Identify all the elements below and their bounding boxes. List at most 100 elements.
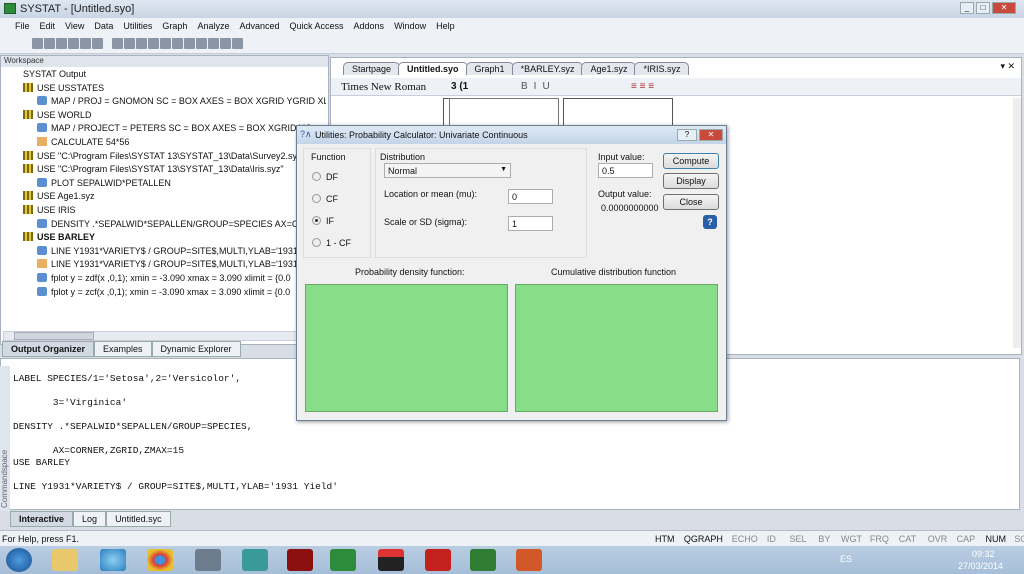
menu-advanced[interactable]: Advanced (234, 18, 284, 34)
tree-item[interactable]: fplot y = zcf(x ,0,1); xmin = -3.090 xma… (37, 286, 290, 299)
menu-edit[interactable]: Edit (35, 18, 61, 34)
doc-tab[interactable]: Graph1 (465, 62, 514, 75)
dialog-close-x-button[interactable]: ✕ (699, 129, 723, 141)
tab-log[interactable]: Log (73, 511, 107, 527)
location-input[interactable]: 0 (508, 189, 553, 204)
ide-taskbar-icon[interactable] (378, 549, 404, 571)
tree-item[interactable]: SYSTAT Output (9, 68, 86, 81)
doc-tab[interactable]: Untitled.syo (398, 62, 468, 75)
tree-item[interactable]: fplot y = zdf(x ,0,1); xmin = -3.090 xma… (37, 272, 291, 285)
tab-examples[interactable]: Examples (94, 341, 152, 357)
menu-addons[interactable]: Addons (349, 18, 390, 34)
tree-item[interactable]: USE "C:\Program Files\SYSTAT 13\SYSTAT_1… (23, 150, 297, 163)
app-taskbar-icon[interactable] (287, 549, 313, 571)
toolbar-button[interactable] (32, 38, 43, 49)
radio-circle[interactable] (312, 172, 321, 181)
toolbar-button[interactable] (124, 38, 135, 49)
radio-circle[interactable] (312, 194, 321, 203)
menu-view[interactable]: View (60, 18, 89, 34)
vertical-scrollbar[interactable] (1013, 98, 1021, 348)
close-button[interactable]: Close (663, 194, 719, 210)
language-indicator[interactable]: ES (840, 554, 852, 564)
toolbar-button[interactable] (220, 38, 231, 49)
radio-circle[interactable] (312, 238, 321, 247)
toolbar-button[interactable] (172, 38, 183, 49)
menu-window[interactable]: Window (389, 18, 431, 34)
compute-button[interactable]: Compute (663, 153, 719, 169)
toolbar-button[interactable] (196, 38, 207, 49)
radio-if[interactable]: IF (312, 216, 334, 226)
close-doc-button[interactable]: ▾ ✕ (1000, 61, 1015, 72)
toolbar-button[interactable] (232, 38, 243, 49)
doc-tab[interactable]: *BARLEY.syz (511, 62, 584, 75)
tree-item[interactable]: MAP / PROJ = GNOMON SC = BOX AXES = BOX … (37, 95, 326, 108)
toolbar-button[interactable] (208, 38, 219, 49)
menu-utilities[interactable]: Utilities (118, 18, 157, 34)
tree-item[interactable]: USE "C:\Program Files\SYSTAT 13\SYSTAT_1… (23, 163, 284, 176)
chrome-taskbar-icon[interactable] (147, 549, 173, 571)
radio-circle[interactable] (312, 216, 321, 225)
menu-quick-access[interactable]: Quick Access (285, 18, 349, 34)
scrollbar-thumb[interactable] (14, 332, 94, 340)
menu-analyze[interactable]: Analyze (192, 18, 234, 34)
close-window-button[interactable]: ✕ (992, 2, 1016, 14)
horizontal-scrollbar[interactable] (3, 331, 323, 341)
explorer-taskbar-icon[interactable] (52, 549, 78, 571)
tree-item[interactable]: PLOT SEPALWID*PETALLEN (37, 177, 171, 190)
maximize-button[interactable]: □ (976, 2, 990, 14)
tree-item[interactable]: DENSITY .*SEPALWID*SEPALLEN/GROUP=SPECIE… (37, 218, 312, 231)
tab-output-organizer[interactable]: Output Organizer (2, 341, 94, 357)
toolbar-button[interactable] (44, 38, 55, 49)
graph-thumbnail[interactable] (563, 98, 673, 126)
scale-input[interactable]: 1 (508, 216, 553, 231)
graph-thumbnail[interactable] (449, 98, 559, 126)
tree-item[interactable]: MAP / PROJECT = PETERS SC = BOX AXES = B… (37, 122, 312, 135)
systat-taskbar-icon[interactable] (330, 549, 356, 571)
app-taskbar-icon[interactable] (242, 549, 268, 571)
start-button[interactable] (6, 548, 32, 572)
radio-df[interactable]: DF (312, 172, 338, 182)
toolbar-button[interactable] (68, 38, 79, 49)
menu-data[interactable]: Data (89, 18, 118, 34)
minimize-button[interactable]: _ (960, 2, 974, 14)
toolbar-button[interactable] (136, 38, 147, 49)
doc-tab[interactable]: *IRIS.syz (634, 62, 690, 75)
app-taskbar-icon[interactable] (195, 549, 221, 571)
toolbar-button[interactable] (112, 38, 123, 49)
powerpoint-taskbar-icon[interactable] (516, 549, 542, 571)
tree-item[interactable]: LINE Y1931*VARIETY$ / GROUP=SITE$,MULTI,… (37, 258, 306, 271)
display-button[interactable]: Display (663, 173, 719, 189)
excel-taskbar-icon[interactable] (470, 549, 496, 571)
tree-item[interactable]: USE BARLEY (23, 231, 95, 244)
toolbar-button[interactable] (184, 38, 195, 49)
tab-dynamic-explorer[interactable]: Dynamic Explorer (151, 341, 241, 357)
menu-help[interactable]: Help (431, 18, 460, 34)
menu-graph[interactable]: Graph (157, 18, 192, 34)
align-buttons[interactable]: ≡ ≡ ≡ (631, 81, 654, 92)
toolbar-button[interactable] (148, 38, 159, 49)
radio-1cf[interactable]: 1 - CF (312, 238, 351, 248)
menu-file[interactable]: File (10, 18, 35, 34)
tree-item[interactable]: CALCULATE 54*56 (37, 136, 129, 149)
acrobat-taskbar-icon[interactable] (425, 549, 451, 571)
toolbar-button[interactable] (80, 38, 91, 49)
tree-item[interactable]: USE Age1.syz (23, 190, 95, 203)
font-select[interactable]: Times New Roman (341, 81, 426, 93)
command-text[interactable]: LABEL SPECIES/1='Setosa',2='Versicolor',… (13, 373, 338, 493)
clock-date[interactable]: 27/03/2014 (958, 561, 1003, 571)
format-buttons[interactable]: BIU (521, 81, 556, 92)
tree-item[interactable]: LINE Y1931*VARIETY$ / GROUP=SITE$,MULTI,… (37, 245, 306, 258)
tree-item[interactable]: USE IRIS (23, 204, 76, 217)
font-size-select[interactable]: 3 (1 (451, 81, 468, 92)
tab-untitled-syc[interactable]: Untitled.syc (106, 511, 171, 527)
doc-tab[interactable]: Startpage (343, 62, 401, 75)
distribution-select[interactable]: Normal ▼ (384, 163, 511, 178)
toolbar-button[interactable] (92, 38, 103, 49)
doc-tab[interactable]: Age1.syz (581, 62, 637, 75)
help-title-button[interactable]: ? (677, 129, 697, 141)
help-icon[interactable]: ? (703, 215, 717, 229)
clock-time[interactable]: 09:32 (972, 549, 995, 559)
tab-interactive[interactable]: Interactive (10, 511, 74, 527)
radio-cf[interactable]: CF (312, 194, 338, 204)
input-value-field[interactable]: 0.5 (598, 163, 653, 178)
